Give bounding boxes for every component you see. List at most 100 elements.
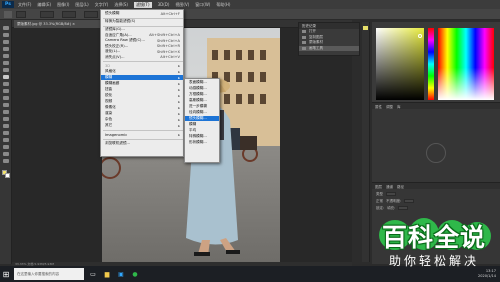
quick-select-tool-icon[interactable] <box>3 47 9 51</box>
opacity-input[interactable] <box>404 199 415 203</box>
filter-menu-item[interactable]: Imagenomic ▸ <box>101 132 183 137</box>
history-item-selected[interactable]: 画笔工具 <box>299 45 359 51</box>
blur-submenu-item[interactable]: 动感模糊... <box>185 86 219 91</box>
gradient-tool-icon[interactable] <box>3 103 9 107</box>
tab-channels[interactable]: 通道 <box>386 185 393 189</box>
start-button[interactable]: ⊞ <box>0 266 12 282</box>
color-panel-icon[interactable] <box>363 26 368 30</box>
task-view-icon[interactable]: ▭ <box>88 268 98 280</box>
type-tool-icon[interactable] <box>3 131 9 135</box>
background-color-swatch[interactable] <box>5 173 10 178</box>
tab-adjustments[interactable]: 调整 <box>386 105 393 109</box>
hue-slider[interactable] <box>428 28 434 100</box>
filter-menu-item[interactable]: 消失点(V)... Alt+Ctrl+V <box>101 55 183 60</box>
current-tool-icon[interactable] <box>4 11 12 18</box>
blur-submenu-item[interactable]: 形状模糊... <box>185 140 219 145</box>
opacity-field[interactable] <box>62 11 76 18</box>
tab-paths[interactable]: 路径 <box>397 185 404 189</box>
photoshop-logo: Ps <box>2 1 14 8</box>
shape-tool-icon[interactable] <box>3 145 9 149</box>
submenu-arrow-icon: ▸ <box>178 69 180 74</box>
filter-menu-item[interactable]: 风格化 ▸ <box>101 69 183 74</box>
clone-stamp-tool-icon[interactable] <box>3 82 9 86</box>
move-tool-icon[interactable] <box>3 26 9 30</box>
menu-item-label: 镜头模糊 <box>105 11 120 16</box>
baike-watermark: 百科全说 助你轻松解决 <box>375 218 493 268</box>
wechat-icon[interactable]: ● <box>130 268 140 280</box>
blur-submenu-item[interactable]: 特殊模糊... <box>185 134 219 139</box>
blur-submenu-item[interactable]: 径向模糊... <box>185 110 219 115</box>
hand-tool-icon[interactable] <box>3 152 9 156</box>
menu-help[interactable]: 帮助(H) <box>216 2 230 8</box>
photoshop-taskbar-icon[interactable]: ▣ <box>116 268 126 280</box>
tab-libraries[interactable]: 库 <box>397 105 401 109</box>
menu-select[interactable]: 选择(S) <box>114 2 128 8</box>
tab-layers[interactable]: 图层 <box>375 185 382 189</box>
menu-item-label: Imagenomic <box>105 132 128 137</box>
color-spectrum[interactable] <box>438 28 494 100</box>
eraser-tool-icon[interactable] <box>3 96 9 100</box>
menu-image[interactable]: 图像(I) <box>57 2 69 8</box>
menu-item-label: Camera Raw 滤镜(C)... <box>105 38 145 43</box>
crop-tool-icon[interactable] <box>3 54 9 58</box>
pen-tool-icon[interactable] <box>3 124 9 128</box>
filter-menu-item[interactable]: 模糊画廊 ▸ <box>101 81 183 86</box>
filter-menu-item[interactable]: 3D ▸ <box>101 63 183 68</box>
filter-menu-item[interactable]: 渲染 ▸ <box>101 111 183 116</box>
filter-menu-item[interactable]: 视频 ▸ <box>101 99 183 104</box>
blur-submenu-item[interactable]: 表面模糊... <box>185 80 219 85</box>
blur-tool-icon[interactable] <box>3 110 9 114</box>
opacity-label: 不透明度: <box>386 198 402 203</box>
history-item-label: 蒙版素材 <box>309 40 323 45</box>
filter-menu-item[interactable]: 镜头模糊 Alt+Ctrl+F <box>101 11 183 16</box>
submenu-arrow-icon: ▸ <box>178 93 180 98</box>
layer-kind-label[interactable]: 类型 <box>376 192 383 197</box>
filter-menu-item[interactable]: 转换为智能滤镜(S) <box>101 19 183 24</box>
dodge-tool-icon[interactable] <box>3 117 9 121</box>
menu-view[interactable]: 视图(V) <box>175 2 189 8</box>
fill-input[interactable] <box>398 206 409 210</box>
blend-mode-select[interactable]: 正常 <box>376 199 383 204</box>
menu-item-label: 镜头校正(R)... <box>105 43 129 48</box>
menu-window[interactable]: 窗口(W) <box>195 2 210 8</box>
color-picker-cursor[interactable] <box>418 34 422 38</box>
filter-menu-item[interactable]: 锐化 ▸ <box>101 93 183 98</box>
tab-properties[interactable]: 属性 <box>375 105 382 109</box>
system-clock[interactable]: 13:17 2020/1/14 <box>478 269 496 278</box>
healing-tool-icon[interactable] <box>3 68 9 72</box>
menu-3d[interactable]: 3D(D) <box>158 2 170 7</box>
menu-edit[interactable]: 编辑(E) <box>37 2 51 8</box>
filter-menu-item[interactable]: 扭曲 ▸ <box>101 87 183 92</box>
marquee-tool-icon[interactable] <box>3 33 9 37</box>
flow-field[interactable] <box>84 11 98 18</box>
path-select-tool-icon[interactable] <box>3 138 9 142</box>
menu-filter[interactable]: 滤镜(T) <box>134 1 152 8</box>
lasso-tool-icon[interactable] <box>3 40 9 44</box>
mode-field[interactable] <box>40 11 54 18</box>
layer-kind-select[interactable] <box>386 192 396 196</box>
blur-submenu-item[interactable]: 模糊 <box>185 122 219 127</box>
brush-size-field[interactable] <box>16 11 26 18</box>
filter-menu-item[interactable]: 浏览联机滤镜... <box>101 141 183 146</box>
eyedropper-tool-icon[interactable] <box>3 61 9 65</box>
taskbar-search-box[interactable]: 在这里输入你要搜索的内容 <box>14 268 84 280</box>
blur-submenu-item[interactable]: 高斯模糊... <box>185 98 219 103</box>
menu-file[interactable]: 文件(F) <box>18 2 31 8</box>
brush-tool-icon[interactable] <box>3 75 9 79</box>
blur-submenu-item-lens-blur[interactable]: 镜头模糊... <box>185 116 219 122</box>
lock-label: 锁定: <box>376 205 385 210</box>
filter-menu-item-blur[interactable]: 模糊 ▸ <box>101 75 183 81</box>
filter-menu-item[interactable]: 像素化 ▸ <box>101 105 183 110</box>
filter-menu-item[interactable]: 其它 ▸ <box>101 123 183 128</box>
menu-type[interactable]: 文字(Y) <box>95 2 109 8</box>
document-tab[interactable]: 蒙版素材.jpg @ 33.3%(RGB/8#) × <box>14 20 102 28</box>
blur-submenu-item[interactable]: 方框模糊... <box>185 92 219 97</box>
file-explorer-icon[interactable]: ▆ <box>102 268 112 280</box>
filter-menu-item[interactable]: 杂色 ▸ <box>101 117 183 122</box>
blur-submenu-item[interactable]: 进一步模糊 <box>185 104 219 109</box>
blur-submenu-item[interactable]: 平均 <box>185 128 219 133</box>
menu-layer[interactable]: 图层(L) <box>75 2 88 8</box>
history-brush-tool-icon[interactable] <box>3 89 9 93</box>
zoom-tool-icon[interactable] <box>3 159 9 163</box>
saturation-brightness-field[interactable] <box>376 28 424 100</box>
